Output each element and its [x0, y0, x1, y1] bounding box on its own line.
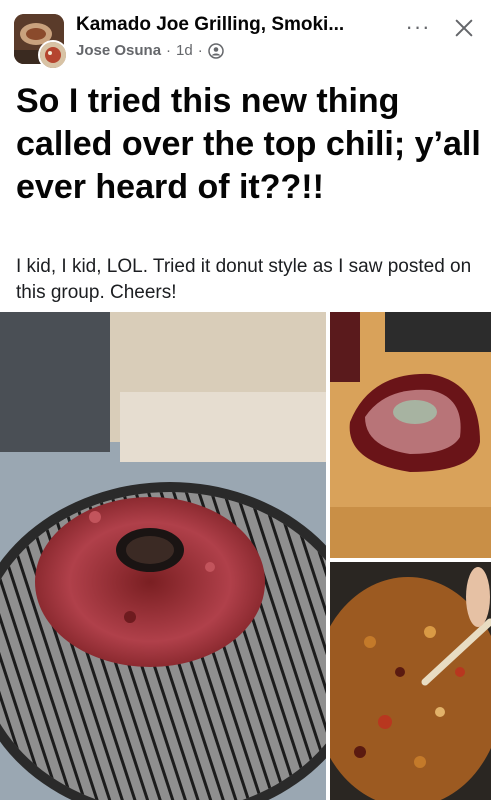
- donut-meatloaf-on-grill-photo[interactable]: [0, 312, 326, 800]
- more-options-button[interactable]: ···: [402, 14, 434, 40]
- close-icon: [455, 19, 473, 37]
- more-options-icon: ···: [405, 14, 431, 39]
- post-body-text: I kid, I kid, LOL. Tried it donut style …: [16, 256, 472, 303]
- sliced-smoked-meat-photo[interactable]: [330, 312, 491, 558]
- author-avatar[interactable]: [38, 40, 68, 70]
- author-name-link[interactable]: Jose Osuna: [76, 42, 161, 59]
- photo-grid: [0, 312, 491, 800]
- post-meta: Jose Osuna · 1d ·: [76, 42, 224, 59]
- close-button[interactable]: [446, 10, 482, 46]
- group-privacy-icon: [207, 42, 224, 59]
- group-name-link[interactable]: Kamado Joe Grilling, Smoki...: [76, 14, 344, 36]
- chili-pot-photo[interactable]: [330, 562, 491, 800]
- post-time[interactable]: 1d: [176, 42, 193, 59]
- post-title: So I tried this new thing called over th…: [16, 82, 481, 206]
- meta-separator-2: ·: [197, 42, 203, 59]
- post-header: Kamado Joe Grilling, Smoki... Jose Osuna…: [0, 0, 491, 76]
- meta-separator: ·: [166, 42, 172, 59]
